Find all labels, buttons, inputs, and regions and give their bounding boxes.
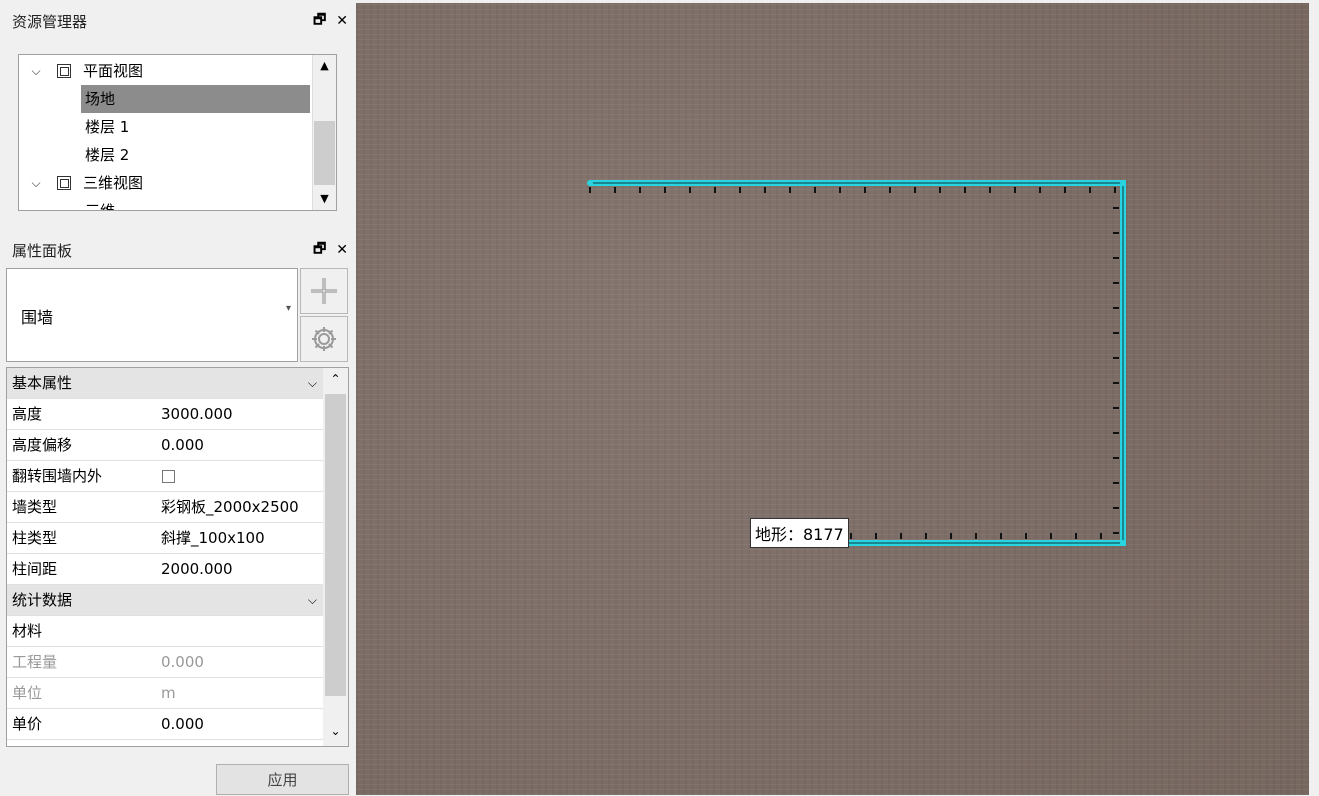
property-scrollbar[interactable]: ⌃ ⌄ [323,368,348,746]
close-icon[interactable]: ✕ [336,242,348,258]
group-label: 基本属性 [12,374,73,392]
scroll-thumb[interactable] [314,121,335,185]
scroll-thumb[interactable] [325,394,346,696]
property-row[interactable]: 翻转围墙内外 [7,461,323,492]
property-row[interactable]: 单价 0.000 [7,709,323,740]
property-value[interactable]: 3000.000 [161,399,233,430]
3d-view-icon [57,176,71,190]
tree-label: 三维视图 [83,174,144,192]
property-row: 工程量 0.000 [7,647,323,678]
tree-item-floor-2[interactable]: 楼层 2 [81,141,310,169]
plan-view-icon [57,64,71,78]
fence-wall[interactable] [590,180,1126,546]
property-row: 单位 m [7,678,323,709]
property-key: 材料 [12,622,43,640]
group-label: 统计数据 [12,591,73,609]
resource-panel-header: 资源管理器 🗗 ✕ [0,3,356,39]
site-plan-canvas[interactable]: 地形：8177 [356,3,1309,795]
tree-item-floor-1[interactable]: 楼层 1 [81,113,310,141]
property-value: m [161,684,176,702]
terrain-tooltip: 地形：8177 [750,518,849,548]
tree-label: 平面视图 [83,62,144,80]
property-value[interactable]: 0.000 [161,709,204,740]
float-panel-icon[interactable]: 🗗 [313,238,326,262]
property-key: 工程量 [12,653,58,671]
resource-panel-title: 资源管理器 [12,12,88,31]
tree-scrollbar[interactable]: ▲ ▼ [312,55,336,210]
fence-post-marks [589,187,1119,539]
gear-icon [312,327,336,351]
property-panel-title: 属性面板 [12,241,73,260]
tree-label: 场地 [85,90,116,108]
close-icon[interactable]: ✕ [336,13,348,29]
tree-item-site[interactable]: 场地 [81,85,310,113]
property-key: 翻转围墙内外 [12,467,103,485]
property-value[interactable]: 彩钢板_2000x2500 [161,492,299,523]
property-key: 柱类型 [12,529,58,547]
property-value[interactable]: 0.000 [161,430,204,461]
tree-label: 楼层 1 [85,118,130,136]
scroll-up-arrow-icon[interactable]: ▲ [313,55,336,77]
property-row[interactable]: 高度 3000.000 [7,399,323,430]
scroll-up-arrow-icon[interactable]: ⌃ [323,372,348,386]
right-border [1309,0,1319,795]
chevron-down-icon[interactable]: ⌵ [308,368,317,399]
property-key: 单价 [12,715,43,733]
property-key: 柱间距 [12,560,58,578]
float-panel-icon[interactable]: 🗗 [313,9,326,33]
tree-group-3d-view[interactable]: ⌵ 三维视图 [19,169,311,197]
property-key: 高度偏移 [12,436,73,454]
property-row[interactable]: 材料 [7,616,323,647]
property-key: 高度 [12,405,43,423]
property-value[interactable]: 2000.000 [161,554,233,585]
property-key: 墙类型 [12,498,58,516]
type-selector[interactable]: 围墙 ▾ [6,268,298,362]
chevron-down-icon[interactable]: ⌵ [29,57,43,85]
property-group-header[interactable]: 基本属性 ⌵ [7,368,323,399]
property-row[interactable]: 柱类型 斜撑_100x100 [7,523,323,554]
apply-button[interactable]: 应用 [216,764,349,795]
property-panel-header: 属性面板 🗗 ✕ [0,232,356,268]
tree-item-3d[interactable]: 三维 [81,197,310,211]
dropdown-caret-icon[interactable]: ▾ [286,303,291,314]
fence-wall-drawing[interactable] [356,3,1309,795]
property-row[interactable]: 柱间距 2000.000 [7,554,323,585]
type-settings-button[interactable] [300,316,348,362]
property-key: 单位 [12,684,43,702]
scroll-down-arrow-icon[interactable]: ▼ [313,188,336,210]
property-value[interactable]: 斜撑_100x100 [161,523,265,554]
tree-group-plan-view[interactable]: ⌵ 平面视图 [19,57,311,85]
scroll-down-arrow-icon[interactable]: ⌄ [323,724,348,738]
left-dock: 资源管理器 🗗 ✕ ⌵ 平面视图 场地 楼层 1 楼层 2 ⌵ 三维视图 三维 [0,0,356,795]
property-row[interactable]: 墙类型 彩钢板_2000x2500 [7,492,323,523]
add-type-button[interactable] [300,268,348,314]
plus-icon [311,278,337,304]
tree-label: 三维 [85,202,116,211]
tree-label: 楼层 2 [85,146,130,164]
chevron-down-icon[interactable]: ⌵ [29,169,43,197]
property-row[interactable]: 高度偏移 0.000 [7,430,323,461]
chevron-down-icon[interactable]: ⌵ [308,585,317,616]
property-value: 0.000 [161,653,204,671]
property-grid: 基本属性 ⌵ 高度 3000.000 高度偏移 0.000 翻转围墙内外 墙类型… [6,367,349,747]
flip-wall-checkbox[interactable] [162,470,175,483]
type-selector-value: 围墙 [21,308,54,327]
property-group-header[interactable]: 统计数据 ⌵ [7,585,323,616]
view-tree: ⌵ 平面视图 场地 楼层 1 楼层 2 ⌵ 三维视图 三维 ▲ ▼ [18,54,337,211]
